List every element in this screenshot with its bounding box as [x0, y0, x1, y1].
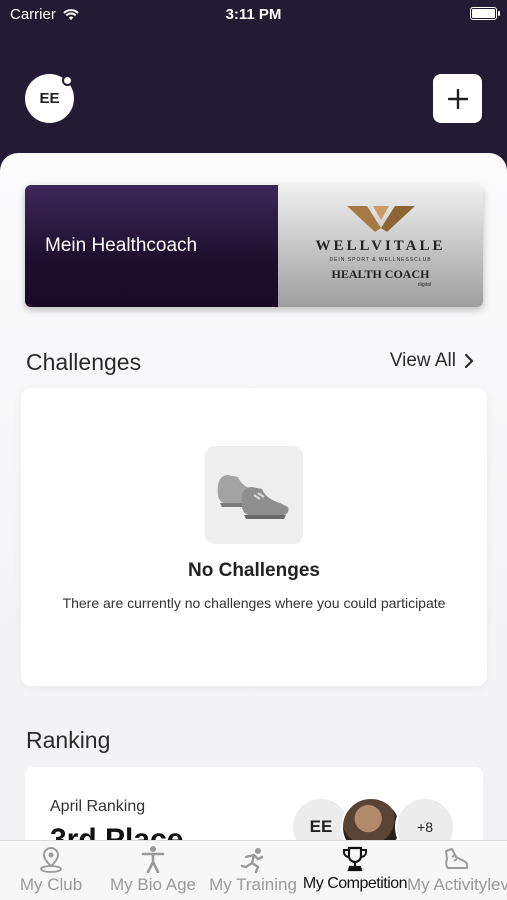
tab-bar: My Club My Bio Age My Training My Compet…	[0, 840, 507, 900]
tab-my-competition[interactable]: My Competition	[298, 841, 412, 900]
location-pin-icon	[40, 846, 62, 873]
product-subtitle: digital	[417, 282, 431, 288]
view-all-challenges-link[interactable]: View All	[390, 350, 474, 372]
product-name: HEALTH COACH	[331, 267, 430, 281]
tab-label: My Competition	[302, 875, 408, 892]
status-bar: Carrier 3:11 PM	[0, 0, 507, 30]
tab-my-club[interactable]: My Club	[6, 841, 96, 900]
plus-icon	[447, 88, 468, 109]
healthcoach-label: Mein Healthcoach	[25, 185, 278, 307]
challenges-title: Challenges	[26, 349, 142, 375]
clock: 3:11 PM	[225, 6, 282, 23]
person-figure-icon	[141, 846, 165, 873]
view-all-label: View All	[389, 350, 456, 371]
challenges-empty-card: No Challenges There are currently no cha…	[21, 388, 487, 686]
profile-avatar-initials: EE	[39, 90, 60, 107]
tab-my-bio-age[interactable]: My Bio Age	[104, 841, 202, 900]
trophy-icon	[343, 846, 367, 872]
brand-tagline: DEIN SPORT & WELLNESSCLUB	[329, 257, 432, 263]
empty-state-description: There are currently no challenges where …	[62, 595, 446, 611]
main-content: Mein Healthcoach WELLVITALE DEIN SPORT &…	[0, 153, 507, 900]
tab-my-training[interactable]: My Training	[205, 841, 301, 900]
wellvitale-logo-mark	[346, 206, 415, 232]
tab-label: My Club	[19, 875, 83, 894]
empty-state-title: No Challenges	[188, 560, 320, 581]
runner-icon	[240, 848, 264, 873]
wellvitale-logo: WELLVITALE DEIN SPORT & WELLNESSCLUB HEA…	[278, 185, 483, 307]
sneakers-icon	[217, 475, 289, 519]
tab-label: My Activitylevel	[407, 875, 507, 894]
ranking-title: Ranking	[26, 727, 111, 753]
healthcoach-banner[interactable]: Mein Healthcoach WELLVITALE DEIN SPORT &…	[25, 185, 483, 307]
shoe-icon	[445, 848, 469, 869]
ranking-period-label: April Ranking	[50, 798, 146, 815]
tab-label: My Training	[209, 875, 297, 894]
shoe-illustration	[205, 446, 303, 544]
add-button[interactable]	[433, 74, 482, 123]
profile-avatar[interactable]: EE	[25, 74, 74, 123]
notification-dot	[62, 75, 73, 86]
tab-my-activitylevel[interactable]: My Activitylevel	[405, 841, 507, 900]
tab-label: My Bio Age	[110, 875, 196, 894]
brand-name: WELLVITALE	[315, 238, 446, 254]
battery-icon	[470, 7, 500, 20]
chevron-right-icon	[464, 353, 474, 369]
